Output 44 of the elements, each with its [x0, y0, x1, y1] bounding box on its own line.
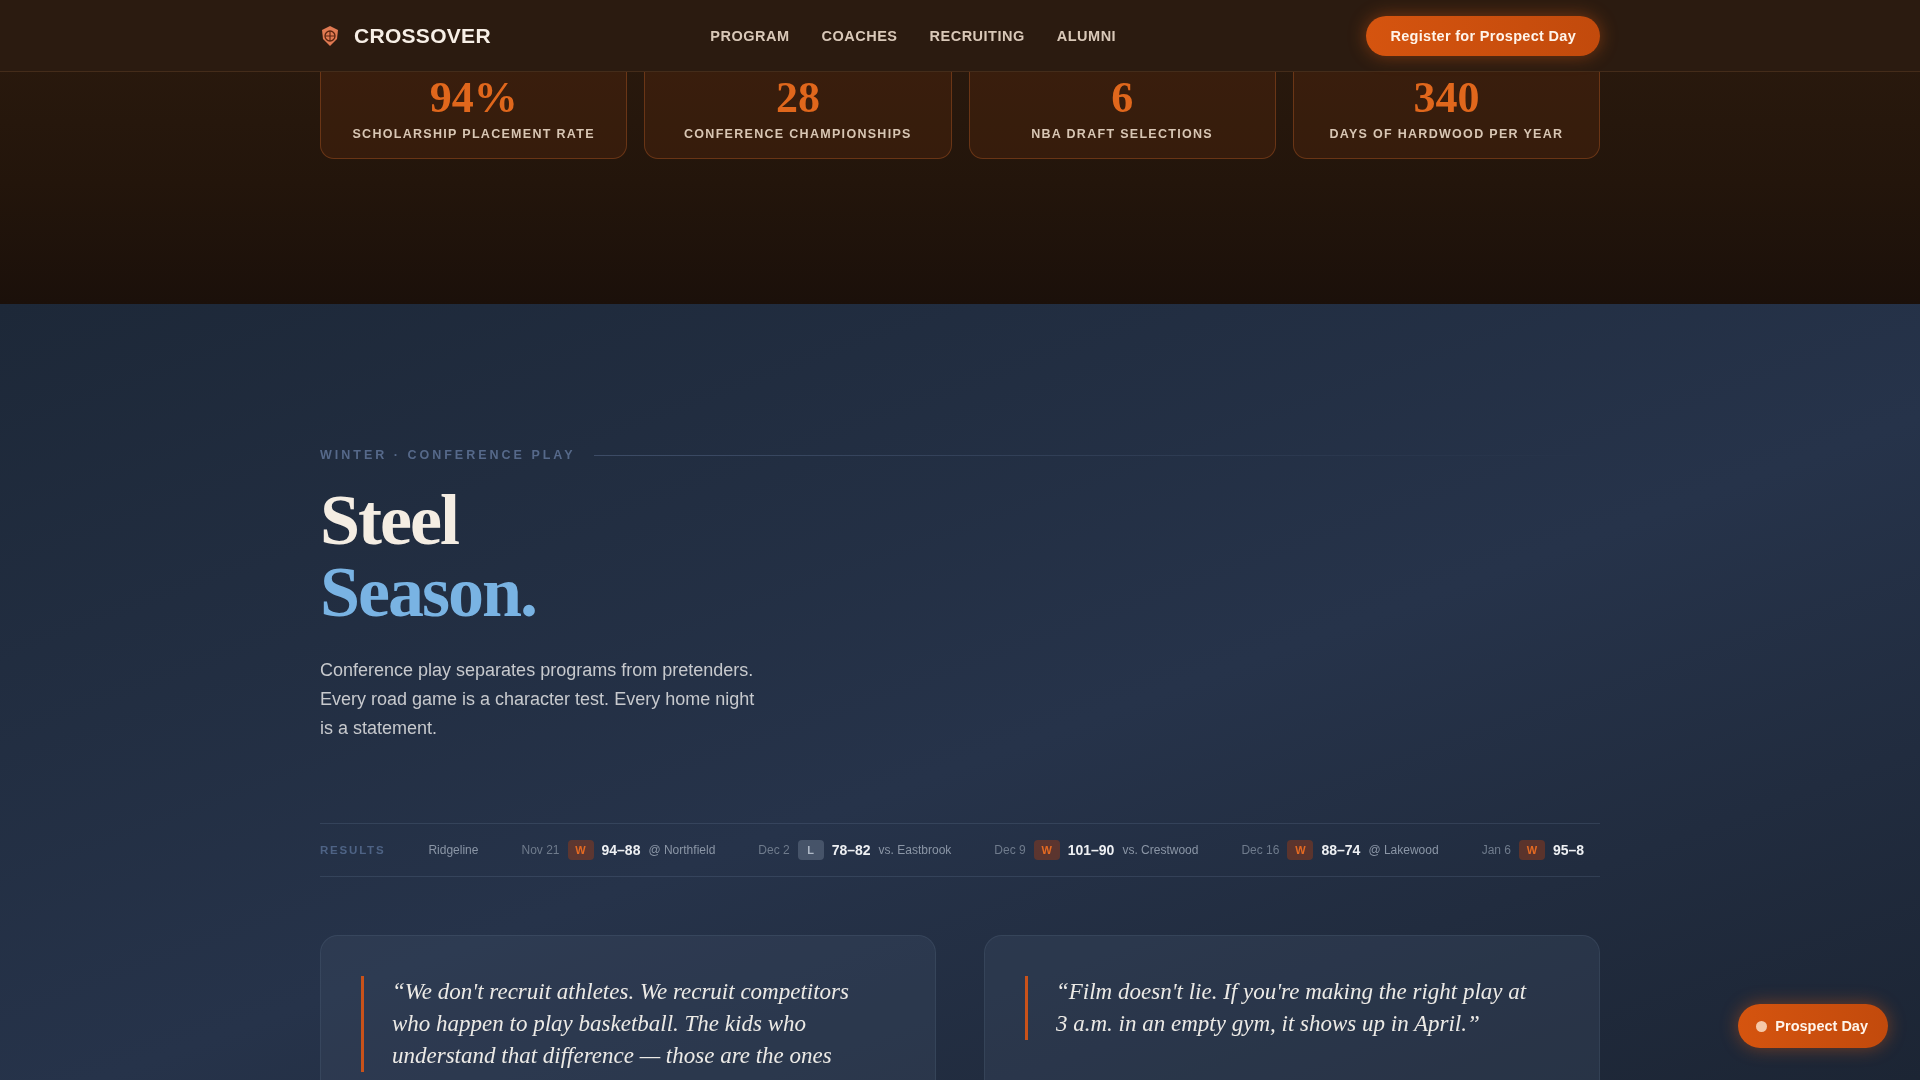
game-score: 78–82 [831, 842, 871, 858]
nav-link[interactable]: RECRUITING [929, 27, 1025, 44]
result-badge: W [1287, 840, 1314, 860]
nav-link[interactable]: ALUMNI [1056, 27, 1117, 44]
opponent-name: vs. Eastbrook [878, 843, 952, 857]
team-name: Ridgeline [428, 843, 479, 857]
brand-name: CROSSOVER [354, 23, 491, 48]
game-date: Dec 9 [994, 843, 1026, 857]
section-eyebrow: WINTER · CONFERENCE PLAY [320, 448, 576, 462]
quote-text: “Film doesn't lie. If you're making the right play at 3 a.m. in an empty gym, it shows up in April.” [1025, 976, 1559, 1040]
game-date: Nov 21 [521, 843, 560, 857]
game-score: 94–88 [601, 842, 641, 858]
results-label: RESULTS [320, 844, 386, 856]
stat-value: 6 [1111, 75, 1134, 121]
game-score: 95–8 [1553, 842, 1585, 858]
intro-paragraph: Conference play separates programs from pretenders. Every road game is a character test. Every home night is a statement. [320, 659, 756, 740]
opponent-name: @ Lakewood [1368, 843, 1439, 857]
register-button[interactable]: Register for Prospect Day [1366, 15, 1600, 56]
stat-label: SCHOLARSHIP PLACEMENT RATE [352, 126, 595, 143]
game-date: Jan 6 [1481, 843, 1511, 857]
game-score: 101–90 [1067, 842, 1115, 858]
stat-label: CONFERENCE CHAMPIONSHIPS [684, 126, 912, 143]
stat-value: 340 [1413, 75, 1480, 121]
result-badge: W [567, 840, 594, 860]
opponent-name: @ Northfield [648, 843, 716, 857]
heading: Steel [320, 484, 460, 556]
result-badge: W [1519, 840, 1545, 860]
game-date: Dec 16 [1241, 843, 1280, 857]
quote-text: “We don't recruit athletes. We recruit competitors who happen to play basketball. The kids who understand that difference — those are the ones [361, 976, 895, 1072]
game-date: Dec 2 [758, 843, 790, 857]
stat-label: DAYS OF HARDWOOD PER YEAR [1329, 126, 1564, 143]
stat-value: 94% [429, 75, 518, 121]
dot-icon [1756, 1020, 1768, 1032]
result-badge: L [797, 840, 824, 860]
result-badge: W [1033, 840, 1060, 860]
nav-link[interactable]: PROGRAM [710, 27, 790, 44]
prospect-day-button[interactable]: Prospect Day [1738, 1004, 1888, 1048]
game-score: 88–74 [1321, 842, 1361, 858]
stat-label: NBA DRAFT SELECTIONS [1031, 126, 1213, 143]
stat-value: 28 [775, 75, 820, 121]
opponent-name: vs. Crestwood [1122, 843, 1199, 857]
basketball-shield-icon [320, 24, 340, 47]
heading: Season. [320, 556, 538, 628]
nav-link[interactable]: COACHES [821, 27, 898, 44]
